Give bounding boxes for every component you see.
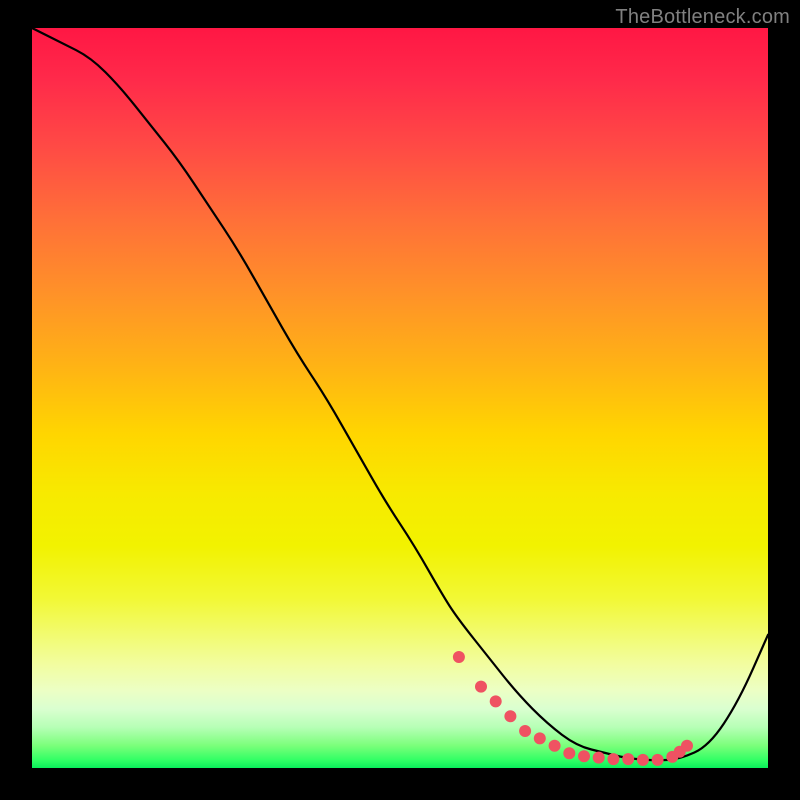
marker-dot <box>563 747 575 759</box>
marker-dot <box>637 754 649 766</box>
chart-stage: TheBottleneck.com <box>0 0 800 800</box>
marker-group <box>453 651 693 766</box>
marker-dot <box>549 740 561 752</box>
marker-dot <box>504 710 516 722</box>
marker-dot <box>519 725 531 737</box>
marker-dot <box>681 740 693 752</box>
marker-dot <box>652 754 664 766</box>
plot-area <box>32 28 768 768</box>
marker-dot <box>593 752 605 764</box>
marker-dot <box>475 681 487 693</box>
marker-dot <box>453 651 465 663</box>
marker-dot <box>490 695 502 707</box>
marker-dot <box>607 753 619 765</box>
watermark-text: TheBottleneck.com <box>615 6 790 29</box>
marker-dot <box>578 750 590 762</box>
marker-dot <box>534 732 546 744</box>
marker-dot <box>622 753 634 765</box>
curve-svg <box>32 28 768 768</box>
bottleneck-curve <box>32 28 768 760</box>
